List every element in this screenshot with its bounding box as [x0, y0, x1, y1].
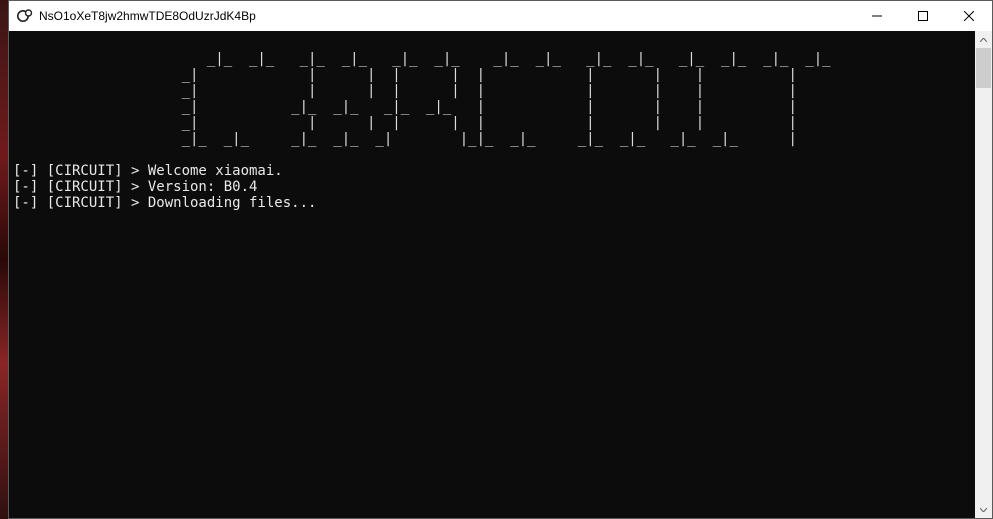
desktop-background-sliver — [0, 0, 8, 519]
window-title: NsO1oXeT8jw2hmwTDE8OdUzrJdK4Bp — [39, 9, 854, 23]
client-area: _|_ _|_ _|_ _|_ _|_ _|_ _|_ _|_ _|_ _|_ … — [9, 31, 992, 518]
line-prefix: [-] [CIRCUIT] > — [13, 195, 148, 211]
console-line: [-] [CIRCUIT] > Version: B0.4 — [13, 179, 257, 195]
scroll-up-button[interactable] — [975, 31, 992, 48]
scroll-thumb[interactable] — [976, 48, 991, 88]
close-button[interactable] — [946, 1, 992, 31]
app-icon — [17, 8, 33, 24]
console-line: [-] [CIRCUIT] > Downloading files... — [13, 195, 316, 211]
chevron-down-icon — [980, 508, 987, 512]
chevron-up-icon — [980, 38, 987, 42]
console-line: [-] [CIRCUIT] > Welcome xiaomai. — [13, 163, 283, 179]
line-text: Welcome xiaomai. — [148, 163, 283, 179]
vertical-scrollbar[interactable] — [975, 31, 992, 518]
close-icon — [964, 11, 974, 21]
application-window: NsO1oXeT8jw2hmwTDE8OdUzrJdK4Bp — [8, 0, 993, 519]
line-prefix: [-] [CIRCUIT] > — [13, 179, 148, 195]
line-text: Version: B0.4 — [148, 179, 258, 195]
minimize-icon — [872, 11, 882, 21]
scroll-down-button[interactable] — [975, 501, 992, 518]
line-text: Downloading files... — [148, 195, 317, 211]
maximize-icon — [918, 11, 928, 21]
ascii-banner: _|_ _|_ _|_ _|_ _|_ _|_ _|_ _|_ _|_ _|_ … — [13, 51, 831, 147]
console-output[interactable]: _|_ _|_ _|_ _|_ _|_ _|_ _|_ _|_ _|_ _|_ … — [9, 31, 975, 518]
titlebar[interactable]: NsO1oXeT8jw2hmwTDE8OdUzrJdK4Bp — [9, 1, 992, 31]
minimize-button[interactable] — [854, 1, 900, 31]
window-controls — [854, 1, 992, 31]
maximize-button[interactable] — [900, 1, 946, 31]
line-prefix: [-] [CIRCUIT] > — [13, 163, 148, 179]
